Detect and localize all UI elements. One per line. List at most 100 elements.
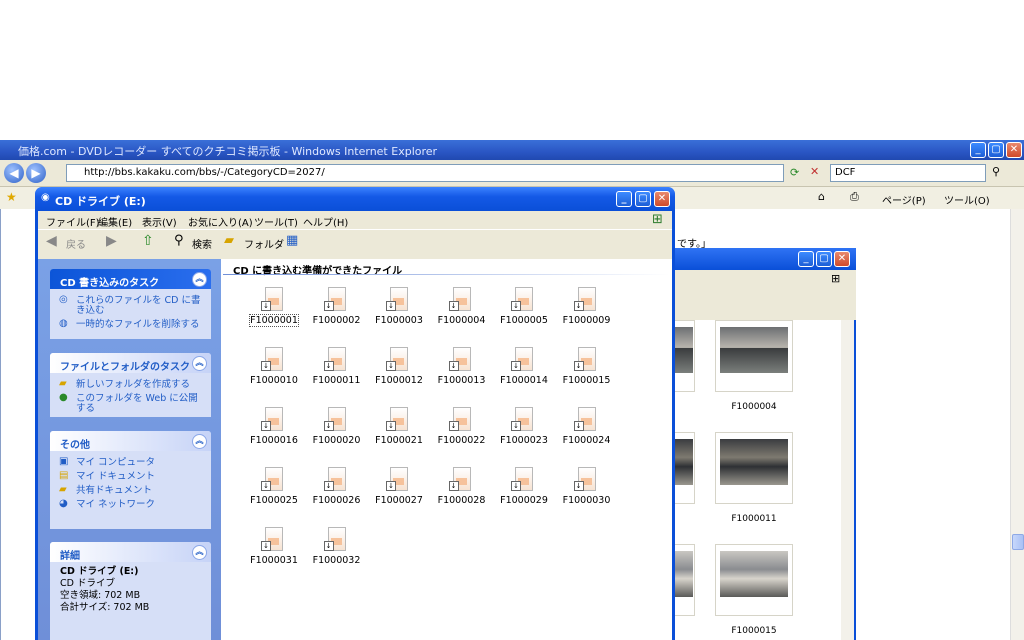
file-icon-item[interactable]: ↓ F1000029 bbox=[493, 467, 555, 525]
collapse-icon[interactable]: ︽ bbox=[192, 434, 207, 449]
photo-thumb[interactable] bbox=[715, 432, 793, 504]
file-icon-item[interactable]: ↓ F1000002 bbox=[306, 287, 368, 345]
pending-write-icon: ↓ bbox=[511, 481, 521, 491]
folders-button[interactable]: フォルダ bbox=[244, 236, 284, 251]
ie-title-bar[interactable]: 価格.com - DVDレコーダー すべてのクチコミ掲示板 - Windows … bbox=[0, 140, 1024, 160]
page-menu[interactable]: ページ(P) bbox=[882, 192, 926, 207]
place-label: マイ ネットワーク bbox=[76, 499, 156, 510]
file-icon-item[interactable]: ↓ F1000014 bbox=[493, 347, 555, 405]
menu-help[interactable]: ヘルプ(H) bbox=[303, 214, 348, 229]
menu-tools[interactable]: ツール(T) bbox=[254, 214, 298, 229]
address-bar[interactable]: http://bbs.kakaku.com/bbs/-/CategoryCD=2… bbox=[66, 164, 784, 182]
file-icon-item[interactable]: ↓ F1000009 bbox=[556, 287, 618, 345]
close-icon[interactable]: ✕ bbox=[834, 251, 850, 267]
file-icon-item[interactable]: ↓ F1000015 bbox=[556, 347, 618, 405]
file-icon-item[interactable]: ↓ F1000016 bbox=[243, 407, 305, 465]
menu-edit[interactable]: 編集(E) bbox=[98, 214, 132, 229]
file-label: F1000021 bbox=[368, 435, 430, 446]
file-icon-item[interactable]: ↓ F1000021 bbox=[368, 407, 430, 465]
publish-web-link[interactable]: ● このフォルダを Web に公開する bbox=[50, 392, 211, 416]
back-icon[interactable]: ◀ bbox=[4, 163, 24, 183]
file-icon-item[interactable]: ↓ F1000027 bbox=[368, 467, 430, 525]
file-icon-item[interactable]: ↓ F1000010 bbox=[243, 347, 305, 405]
menu-view[interactable]: 表示(V) bbox=[142, 214, 177, 229]
favorites-star-icon[interactable]: ★ bbox=[6, 190, 17, 204]
forward-icon[interactable]: ▶ bbox=[106, 233, 117, 249]
file-icon-item[interactable]: ↓ F1000026 bbox=[306, 467, 368, 525]
file-icon-item[interactable]: ↓ F1000005 bbox=[493, 287, 555, 345]
menu-file[interactable]: ファイル(F) bbox=[46, 214, 100, 229]
details-header[interactable]: 詳細 ︽ bbox=[50, 542, 211, 562]
stop-icon[interactable]: ✕ bbox=[810, 165, 819, 178]
cd-tasks-header[interactable]: CD 書き込みのタスク ︽ bbox=[50, 269, 211, 289]
cd-window-title-bar[interactable]: ◉ CD ドライブ (E:) _ ▢ ✕ bbox=[35, 187, 675, 211]
file-icon-item[interactable]: ↓ F1000011 bbox=[306, 347, 368, 405]
windows-logo-icon: ⊞ bbox=[831, 272, 841, 285]
other-places-header[interactable]: その他 ︽ bbox=[50, 431, 211, 451]
file-icon-item[interactable]: ↓ F1000013 bbox=[431, 347, 493, 405]
file-tasks-header[interactable]: ファイルとフォルダのタスク ︽ bbox=[50, 353, 211, 373]
file-icon-item[interactable]: ↓ F1000004 bbox=[431, 287, 493, 345]
photo-window-title-bar[interactable]: _ ▢ ✕ bbox=[672, 248, 856, 270]
network-icon: ◕ bbox=[59, 498, 68, 509]
windows-logo-icon: ⊞ bbox=[652, 212, 663, 227]
file-icon-item[interactable]: ↓ F1000032 bbox=[306, 527, 368, 585]
ie-scroll-thumb[interactable] bbox=[1012, 534, 1024, 550]
forward-icon[interactable]: ▶ bbox=[26, 163, 46, 183]
collapse-icon[interactable]: ︽ bbox=[192, 272, 207, 287]
close-icon[interactable]: ✕ bbox=[654, 191, 670, 207]
file-icon-item[interactable]: ↓ F1000028 bbox=[431, 467, 493, 525]
file-icon-item[interactable]: ↓ F1000023 bbox=[493, 407, 555, 465]
file-icon-item[interactable]: ↓ F1000031 bbox=[243, 527, 305, 585]
ie-scrollbar[interactable] bbox=[1010, 209, 1024, 640]
file-icon-item[interactable]: ↓ F1000001 bbox=[243, 287, 305, 345]
minimize-icon[interactable]: _ bbox=[798, 251, 814, 267]
maximize-icon[interactable]: ▢ bbox=[988, 142, 1004, 158]
my-computer-link[interactable]: ▣ マイ コンピュータ bbox=[50, 456, 211, 470]
collapse-icon[interactable]: ︽ bbox=[192, 545, 207, 560]
photo-thumb[interactable] bbox=[715, 544, 793, 616]
photo-thumb-partial bbox=[675, 432, 695, 504]
search-icon[interactable]: ⚲ bbox=[992, 165, 1000, 178]
file-icon-item[interactable]: ↓ F1000020 bbox=[306, 407, 368, 465]
maximize-icon[interactable]: ▢ bbox=[635, 191, 651, 207]
delete-temp-files-link[interactable]: ◍ 一時的なファイルを削除する bbox=[50, 318, 211, 332]
maximize-icon[interactable]: ▢ bbox=[816, 251, 832, 267]
my-network-link[interactable]: ◕ マイ ネットワーク bbox=[50, 498, 211, 512]
shared-documents-link[interactable]: ▰ 共有ドキュメント bbox=[50, 484, 211, 498]
file-icon-item[interactable]: ↓ F1000003 bbox=[368, 287, 430, 345]
views-icon[interactable]: ▦ bbox=[286, 233, 298, 248]
print-icon[interactable]: ⎙ bbox=[850, 190, 859, 204]
file-name: F1000028 bbox=[437, 495, 486, 506]
total-size: 合計サイズ: 702 MB bbox=[60, 602, 150, 613]
home-icon[interactable]: ⌂ bbox=[818, 190, 825, 203]
file-icon-item[interactable]: ↓ F1000025 bbox=[243, 467, 305, 525]
search-button[interactable]: 検索 bbox=[192, 236, 212, 251]
minimize-icon[interactable]: _ bbox=[616, 191, 632, 207]
file-icon-item[interactable]: ↓ F1000012 bbox=[368, 347, 430, 405]
menu-favorites[interactable]: お気に入り(A) bbox=[188, 214, 253, 229]
pending-write-icon: ↓ bbox=[573, 481, 584, 491]
file-label: F1000030 bbox=[556, 495, 618, 506]
close-icon[interactable]: ✕ bbox=[1006, 142, 1022, 158]
new-folder-link[interactable]: ▰ 新しいフォルダを作成する bbox=[50, 378, 211, 392]
minimize-icon[interactable]: _ bbox=[970, 142, 986, 158]
back-icon[interactable]: ◀ bbox=[46, 233, 57, 249]
photo-thumb[interactable] bbox=[715, 320, 793, 392]
write-files-to-cd-link[interactable]: ◎ これらのファイルを CD に書き込む bbox=[50, 294, 211, 318]
my-documents-link[interactable]: ▤ マイ ドキュメント bbox=[50, 470, 211, 484]
pending-write-icon: ↓ bbox=[448, 481, 459, 491]
tools-menu[interactable]: ツール(O) bbox=[944, 192, 990, 207]
refresh-icon[interactable]: ⟳ bbox=[790, 166, 799, 179]
file-icon-item[interactable]: ↓ F1000030 bbox=[556, 467, 618, 525]
file-icon-item[interactable]: ↓ F1000022 bbox=[431, 407, 493, 465]
photo-window-scrollbar[interactable] bbox=[841, 320, 854, 640]
back-button[interactable]: 戻る bbox=[66, 236, 86, 251]
ie-search-input[interactable]: DCF bbox=[830, 164, 986, 182]
folder-icon[interactable]: ▰ bbox=[224, 233, 234, 248]
search-icon[interactable]: ⚲ bbox=[174, 233, 184, 248]
up-folder-icon[interactable]: ⇧ bbox=[142, 233, 154, 249]
file-name: F1000010 bbox=[250, 375, 298, 386]
collapse-icon[interactable]: ︽ bbox=[192, 356, 207, 371]
file-icon-item[interactable]: ↓ F1000024 bbox=[556, 407, 618, 465]
